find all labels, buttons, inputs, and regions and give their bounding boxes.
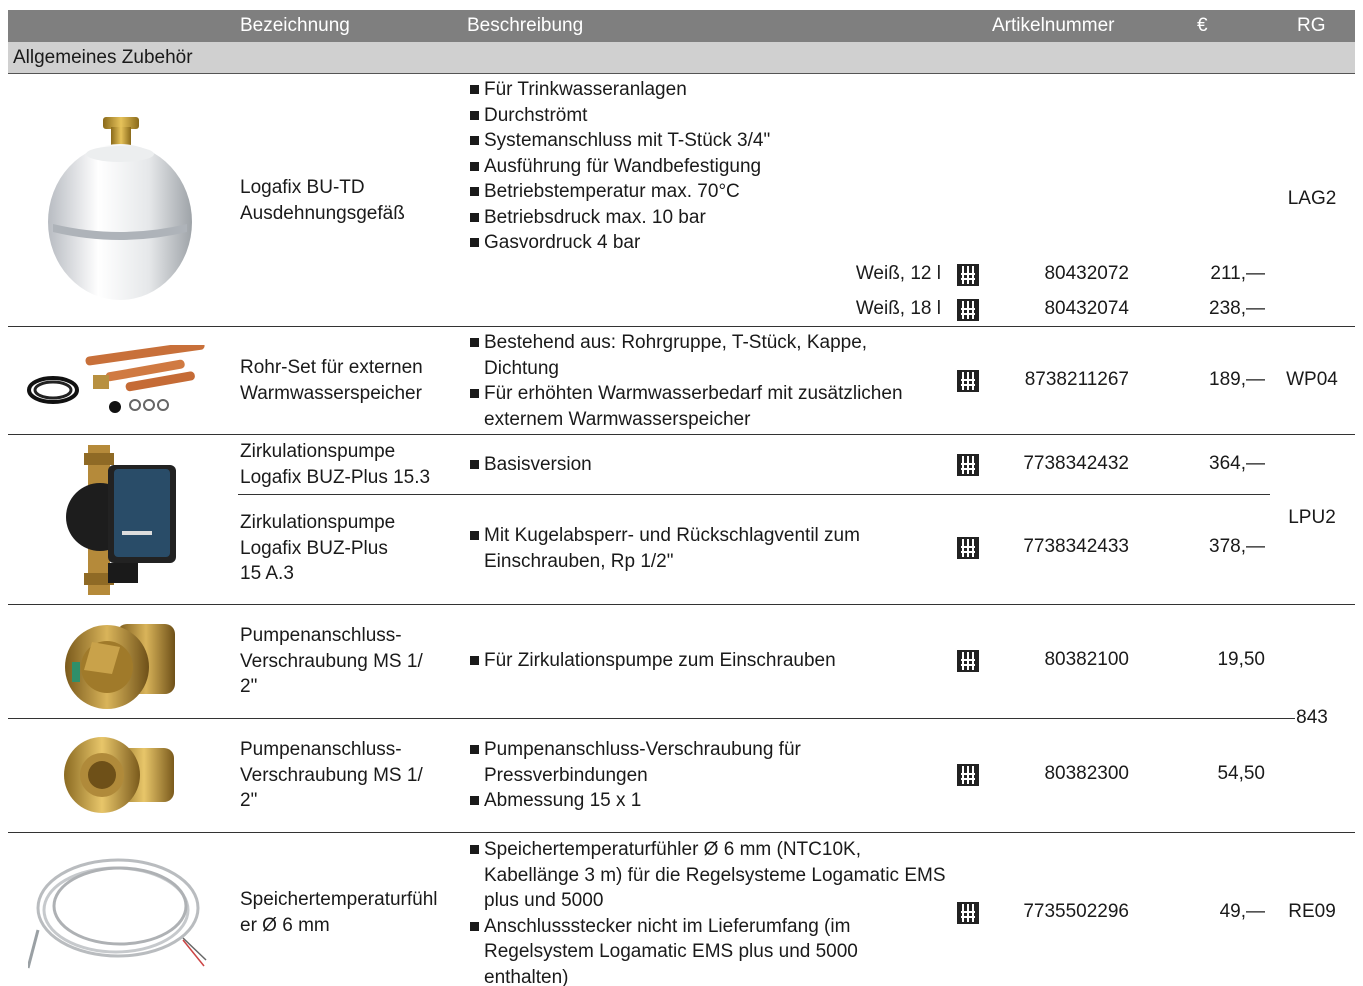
row-divider (8, 434, 1355, 435)
row-divider (8, 604, 1355, 605)
price: 189,— (1209, 369, 1265, 390)
col-header-price: € (1197, 15, 1208, 36)
datamatrix-code-icon (957, 264, 979, 286)
product-name-pump-valve: Zirkulationspumpe Logafix BUZ-Plus 15 A.3 (240, 512, 396, 584)
row-divider (8, 718, 1295, 719)
product-description-pump-fitting-2: Pumpenanschluss-Verschraubung für Pressv… (467, 737, 947, 814)
article-number: 80432072 (1044, 263, 1129, 284)
rg-code: 843 (1296, 707, 1328, 728)
product-description-expansion-vessel: Für Trinkwasseranlagen Durchströmt Systema… (467, 77, 947, 256)
datamatrix-code-icon (957, 454, 979, 476)
product-name-pump-basic: Zirkulationspumpe Logafix BUZ-Plus 15.3 (240, 441, 431, 488)
product-description-pump-valve: Mit Kugelabsperr- und Rückschlagventil z… (467, 523, 947, 574)
price: 238,— (1209, 298, 1265, 319)
product-name-pump-fitting-1: Pumpenanschluss- Verschraubung MS 1/2" (240, 625, 423, 697)
article-number: 7735502296 (1023, 901, 1129, 922)
article-number: 8738211267 (1024, 369, 1129, 390)
product-name-pump-fitting-2: Pumpenanschluss- Verschraubung MS 1/2" (240, 739, 423, 811)
rg-code: LPU2 (1288, 507, 1336, 528)
article-number: 7738342432 (1023, 453, 1129, 474)
pump-fitting-image (62, 612, 182, 717)
circulation-pump-image (60, 445, 180, 600)
table-header: Bezeichnung Beschreibung Artikelnummer €… (8, 10, 1355, 42)
product-description-pipe-set: Bestehend aus: Rohrgruppe, T-Stück, Kapp… (467, 330, 947, 432)
variant-label: Weiß, 18 l (855, 298, 941, 319)
product-name-expansion-vessel: Logafix BU-TD Ausdehnungsgefäß (240, 177, 405, 224)
row-divider (238, 494, 1270, 495)
row-divider (8, 326, 1355, 327)
datamatrix-code-icon (957, 764, 979, 786)
col-header-article-number: Artikelnummer (992, 15, 1115, 36)
product-description-pump-basic: Basisversion (467, 452, 947, 478)
price: 54,50 (1217, 763, 1265, 784)
product-description-temperature-sensor: Speichertemperaturfühler Ø 6 mm (NTC10K,… (467, 837, 947, 986)
price: 19,50 (1217, 649, 1265, 670)
price: 211,— (1210, 263, 1265, 284)
product-description-pump-fitting-1: Für Zirkulationspumpe zum Einschrauben (467, 648, 947, 674)
datamatrix-code-icon (957, 902, 979, 924)
col-header-description: Beschreibung (467, 15, 584, 36)
product-name-temperature-sensor: Speichertemperaturfühl er Ø 6 mm (240, 889, 438, 936)
section-title: Allgemeines Zubehör (8, 42, 1355, 74)
datamatrix-code-icon (957, 370, 979, 392)
datamatrix-code-icon (957, 537, 979, 559)
col-header-name: Bezeichnung (240, 15, 350, 36)
row-divider (8, 832, 1355, 833)
col-header-rg: RG (1297, 15, 1326, 36)
price: 364,— (1209, 453, 1265, 474)
article-number: 80382300 (1044, 763, 1129, 784)
datamatrix-code-icon (957, 299, 979, 321)
price: 49,— (1219, 901, 1265, 922)
article-number: 80432074 (1044, 298, 1129, 319)
price: 378,— (1209, 536, 1265, 557)
rg-code: WP04 (1286, 369, 1338, 390)
press-fitting-image (62, 730, 182, 820)
variant-label: Weiß, 12 l (855, 263, 941, 284)
expansion-vessel-image (45, 112, 195, 312)
rg-code: LAG2 (1287, 188, 1337, 209)
article-number: 80382100 (1044, 649, 1129, 670)
product-name-pipe-set: Rohr-Set für externen Warmwasserspeicher (240, 357, 423, 404)
datamatrix-code-icon (957, 650, 979, 672)
rg-code: RE09 (1288, 901, 1336, 922)
temperature-sensor-image (26, 850, 208, 980)
article-number: 7738342433 (1023, 536, 1129, 557)
pipe-set-image (25, 340, 225, 420)
